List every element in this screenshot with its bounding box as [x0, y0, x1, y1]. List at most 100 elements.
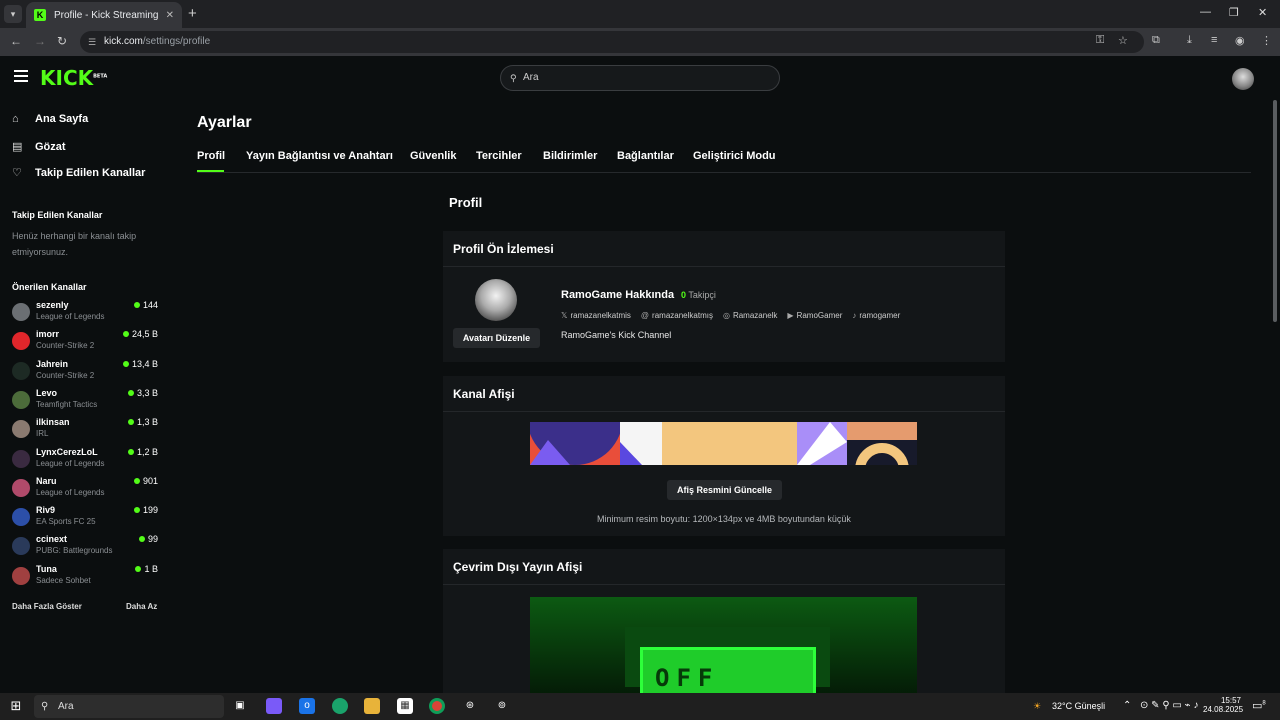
- beta-badge: BETA: [93, 73, 108, 80]
- sidebar-item-following[interactable]: ♡ Takip Edilen Kanallar: [12, 166, 146, 180]
- kick-logo[interactable]: KICKBETA: [40, 66, 107, 90]
- file-explorer-icon[interactable]: [364, 698, 380, 714]
- tab-developer[interactable]: Geliştirici Modu: [693, 150, 776, 162]
- list-item[interactable]: Levo Teamfight Tactics 3,3 B: [12, 388, 162, 414]
- youtube-icon: ▶: [787, 311, 794, 320]
- show-less-button[interactable]: Daha Az: [126, 602, 157, 611]
- browser-tab[interactable]: K Profile - Kick Streaming ✕: [26, 2, 182, 28]
- close-tab-icon[interactable]: ✕: [166, 10, 174, 21]
- sidebar-item-label: Gözat: [35, 140, 66, 153]
- show-more-button[interactable]: Daha Fazla Göster: [12, 602, 82, 611]
- home-icon: ⌂: [12, 113, 19, 125]
- social-link[interactable]: ◎ Ramazanelk: [723, 311, 777, 320]
- sidebar-item-label: Takip Edilen Kanallar: [35, 166, 146, 179]
- channel-category: League of Legends: [36, 312, 105, 321]
- search-input[interactable]: ⚲ Ara: [500, 65, 780, 91]
- notification-icon[interactable]: ▭8: [1252, 699, 1266, 712]
- profile-icon[interactable]: ◉: [1235, 34, 1245, 47]
- channel-avatar: [12, 508, 30, 527]
- user-avatar[interactable]: [1232, 68, 1254, 90]
- kick-favicon-icon: K: [34, 9, 46, 21]
- menu-hamburger-icon[interactable]: [14, 70, 28, 82]
- profile-avatar: [475, 279, 517, 321]
- app-icon-2[interactable]: ⊚: [494, 698, 510, 714]
- copilot-icon[interactable]: [266, 698, 282, 714]
- x-icon: 𝕏: [561, 311, 568, 320]
- chrome-icon[interactable]: [429, 698, 445, 714]
- notification-count: 8: [1262, 700, 1266, 707]
- site-info-icon[interactable]: ☰: [88, 31, 96, 53]
- recommended-section-title: Önerilen Kanallar: [12, 282, 87, 292]
- new-tab-button[interactable]: +: [188, 5, 197, 22]
- app-icon[interactable]: ⊛: [462, 698, 478, 714]
- list-item[interactable]: Naru League of Legends 901: [12, 476, 162, 502]
- weather-text[interactable]: 32°C Güneşli: [1052, 701, 1105, 711]
- list-item[interactable]: LynxCerezLoL League of Legends 1,2 B: [12, 447, 162, 473]
- menu-dots-icon[interactable]: ⋮: [1261, 34, 1272, 47]
- tab-preferences[interactable]: Tercihler: [476, 150, 522, 162]
- list-item[interactable]: sezenly League of Legends 144: [12, 300, 162, 326]
- social-link[interactable]: @ ramazanelkatmış: [641, 311, 713, 320]
- address-bar[interactable]: ☰ kick.com/settings/profile: [80, 31, 1144, 53]
- list-item[interactable]: Riv9 EA Sports FC 25 199: [12, 505, 162, 531]
- tab-connections[interactable]: Bağlantılar: [617, 150, 674, 162]
- url-path: /settings/profile: [142, 36, 211, 47]
- list-item[interactable]: ccinext PUBG: Battlegrounds 99: [12, 534, 162, 560]
- extensions-icon[interactable]: ⧉: [1152, 34, 1160, 47]
- list-item[interactable]: Jahrein Counter-Strike 2 13,4 B: [12, 359, 162, 385]
- channel-avatar: [12, 449, 30, 468]
- clock[interactable]: 15:57 24.08.2025: [1203, 696, 1243, 714]
- social-handle: Ramazanelk: [732, 311, 778, 320]
- viewer-count: 144: [134, 300, 158, 310]
- viewer-count: 901: [134, 476, 158, 486]
- sidebar-item-home[interactable]: ⌂ Ana Sayfa: [12, 113, 88, 125]
- page-scrollbar[interactable]: [1273, 100, 1277, 322]
- forward-icon[interactable]: →: [34, 34, 46, 48]
- social-link[interactable]: 𝕏ramazanelkatmis: [561, 311, 631, 320]
- card-title: Profil Ön İzlemesi: [443, 231, 1005, 267]
- viewer-count: 99: [139, 534, 158, 544]
- outlook-icon[interactable]: o: [299, 698, 315, 714]
- tab-search-button[interactable]: ▾: [4, 5, 22, 23]
- downloads-icon[interactable]: ⤓: [1187, 34, 1192, 47]
- tab-stream-key[interactable]: Yayın Bağlantısı ve Anahtarı: [246, 150, 393, 162]
- tab-notifications[interactable]: Bildirimler: [543, 150, 597, 162]
- edge-icon[interactable]: [332, 698, 348, 714]
- channel-name: Levo: [36, 387, 58, 398]
- reload-icon[interactable]: ↻: [57, 34, 67, 48]
- list-item[interactable]: imorr Counter-Strike 2 24,5 B: [12, 329, 162, 355]
- channel-name: Riv9: [36, 505, 56, 516]
- minimize-icon[interactable]: —: [1200, 6, 1211, 18]
- sidebar-item-browse[interactable]: ▤ Gözat: [12, 140, 66, 154]
- channel-name: Naru: [36, 475, 57, 486]
- back-icon[interactable]: ←: [10, 34, 22, 48]
- tab-security[interactable]: Güvenlik: [410, 150, 456, 162]
- edit-avatar-button[interactable]: Avatarı Düzenle: [453, 328, 540, 348]
- offline-banner-card: Çevrim Dışı Yayın Afişi OFF: [443, 549, 1005, 693]
- task-view-icon[interactable]: ▣: [232, 698, 248, 714]
- tray-chevron-icon[interactable]: ⌃: [1123, 700, 1131, 711]
- page-title: Ayarlar: [197, 114, 252, 131]
- update-banner-button[interactable]: Afiş Resmini Güncelle: [667, 480, 782, 500]
- social-link[interactable]: ▶ RamoGamer: [787, 311, 842, 320]
- browser-toolbar: ← → ↻ ☰ kick.com/settings/profile ⚿ ☆ ⧉ …: [0, 28, 1280, 56]
- settings-tabs: Profil Yayın Bağlantısı ve Anahtarı Güve…: [197, 150, 1251, 173]
- taskbar-search[interactable]: ⚲ Ara: [34, 695, 224, 718]
- channel-name: ccinext: [36, 534, 68, 545]
- store-icon[interactable]: ▦: [397, 698, 413, 714]
- password-key-icon[interactable]: ⚿: [1096, 34, 1104, 47]
- tab-profile[interactable]: Profil: [197, 150, 225, 162]
- list-item[interactable]: Tuna Sadece Sohbet 1 B: [12, 564, 162, 590]
- bookmark-star-icon[interactable]: ☆: [1118, 34, 1128, 47]
- close-window-icon[interactable]: ✕: [1258, 6, 1267, 19]
- social-link[interactable]: ♪ ramogamer: [852, 311, 900, 320]
- tray-icons[interactable]: ⊙ ✎ ⚲ ▭ ⌁ ♪: [1140, 700, 1198, 711]
- windows-start-icon[interactable]: ⊞: [8, 698, 24, 714]
- media-control-icon[interactable]: ≡: [1211, 34, 1217, 46]
- restore-icon[interactable]: ❐: [1229, 6, 1239, 19]
- list-item[interactable]: ilkinsan IRL 1,3 B: [12, 417, 162, 443]
- clock-time: 15:57: [1220, 696, 1241, 705]
- channel-name: ilkinsan: [36, 417, 70, 428]
- viewer-count: 13,4 B: [123, 359, 158, 369]
- channel-name: Tuna: [36, 563, 57, 574]
